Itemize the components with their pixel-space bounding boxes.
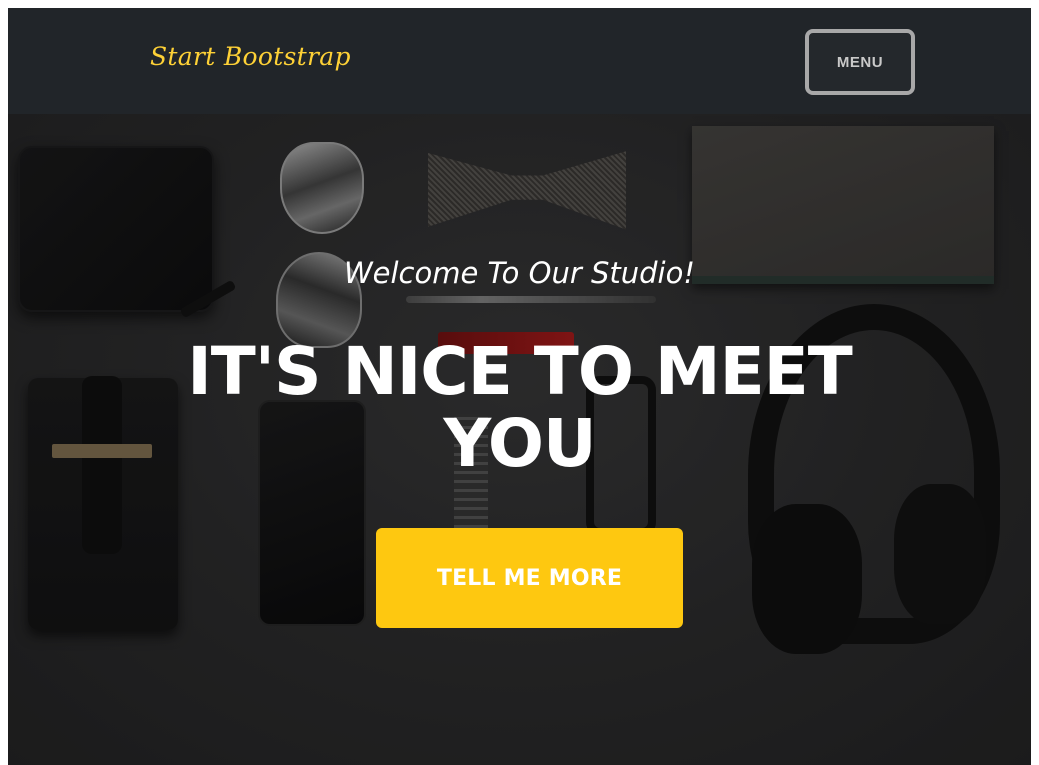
hero-heading: IT'S NICE TO MEET YOU [187, 333, 853, 482]
brand-link[interactable]: Start Bootstrap [150, 42, 351, 71]
navbar: Start Bootstrap MENU [8, 8, 1031, 114]
tell-me-more-button[interactable]: TELL ME MORE [376, 528, 683, 628]
hero-subtitle: Welcome To Our Studio! [343, 256, 695, 290]
page: Start Bootstrap MENU Welcome To Our Stud… [8, 8, 1031, 765]
menu-button[interactable]: MENU [805, 29, 915, 95]
